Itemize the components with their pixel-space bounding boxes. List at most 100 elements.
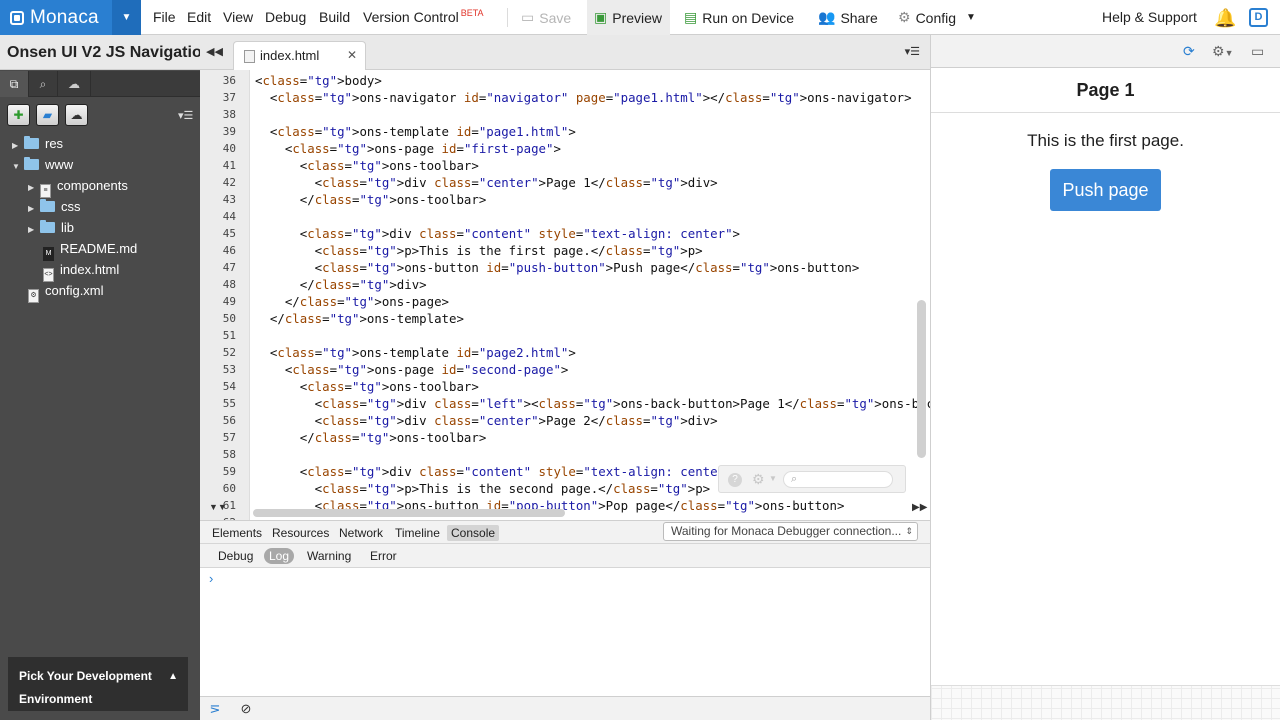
help-support-link[interactable]: Help & Support bbox=[1102, 0, 1197, 35]
tab-index-html[interactable]: index.html ✕ bbox=[233, 41, 366, 71]
line-number: 37 bbox=[222, 91, 236, 104]
notification-bell-icon[interactable]: 🔔 bbox=[1214, 7, 1236, 29]
save-button[interactable]: ▭ Save bbox=[521, 0, 571, 35]
chevron-down-icon[interactable]: ▼ bbox=[769, 474, 777, 483]
code-line[interactable]: <class="tg">ons-template id="page1.html"… bbox=[255, 123, 576, 140]
pick-environment-panel[interactable]: Pick Your Development Environment ▲ bbox=[8, 657, 188, 711]
cloud-tab[interactable]: ☁ bbox=[58, 71, 91, 97]
tree-item-lib[interactable]: ▶ lib bbox=[28, 217, 74, 238]
help-icon[interactable]: ? bbox=[728, 473, 742, 487]
menu-build[interactable]: Build bbox=[319, 0, 350, 35]
find-input[interactable] bbox=[783, 471, 893, 488]
level-warning[interactable]: Warning bbox=[302, 548, 356, 564]
console-output[interactable]: › bbox=[200, 568, 930, 696]
file-menu-icon[interactable]: ▾☰ bbox=[178, 109, 193, 122]
code-line[interactable]: <class="tg">ons-button id="push-button">… bbox=[255, 259, 860, 276]
close-icon[interactable]: ✕ bbox=[347, 41, 357, 69]
users-icon: 👥 bbox=[818, 9, 836, 25]
editor-vertical-scrollbar[interactable] bbox=[917, 300, 926, 458]
config-button[interactable]: ⚙ Config ▼ bbox=[898, 0, 976, 35]
save-label: Save bbox=[539, 9, 572, 26]
tree-item-www[interactable]: ▼ www bbox=[12, 154, 73, 175]
tree-item-readme[interactable]: M README.md bbox=[43, 238, 138, 261]
new-file-button[interactable]: ✚ bbox=[7, 104, 30, 126]
menu-file[interactable]: File bbox=[153, 0, 176, 35]
menu-version-control-label: Version Control bbox=[363, 9, 459, 25]
preview-page-toolbar: Page 1 bbox=[931, 68, 1280, 113]
gear-icon: ⚙ bbox=[898, 9, 911, 25]
code-line[interactable]: <class="tg">ons-toolbar> bbox=[255, 157, 479, 174]
code-line[interactable]: <class="tg">div class="content" style="t… bbox=[255, 225, 740, 242]
tree-item-components[interactable]: ▶ ≡ components bbox=[28, 175, 128, 198]
code-line[interactable]: <class="tg">ons-page id="second-page"> bbox=[255, 361, 569, 378]
tab-elements[interactable]: Elements bbox=[208, 525, 266, 541]
editor-menu-icon[interactable]: ▾☰ bbox=[905, 45, 920, 58]
logo-dropdown-button[interactable]: ▼ bbox=[112, 0, 141, 35]
code-line[interactable]: <class="tg">ons-navigator id="navigator"… bbox=[255, 89, 912, 106]
code-line[interactable]: <class="tg">p>This is the first page.</c… bbox=[255, 242, 703, 259]
code-editor[interactable]: 36 37 38 39 40 41 42 43 44 45 46 47 48 49 50 51 52 53 54 55… bbox=[200, 70, 930, 520]
search-tab[interactable]: ⌕ bbox=[29, 71, 58, 97]
code-line[interactable]: <class="tg">div class="center">Page 2</c… bbox=[255, 412, 718, 429]
tree-item-res[interactable]: ▶ res bbox=[12, 133, 63, 154]
preview-button[interactable]: ▣ Preview bbox=[587, 0, 671, 35]
tab-resources[interactable]: Resources bbox=[268, 525, 333, 541]
menu-view[interactable]: View bbox=[223, 0, 253, 35]
fold-arrow-icon[interactable]: ▼▼ bbox=[209, 502, 227, 512]
tree-item-label: README.md bbox=[60, 241, 138, 256]
menu-version-control[interactable]: Version Control BETA bbox=[363, 0, 484, 35]
level-log[interactable]: Log bbox=[264, 548, 295, 564]
tab-timeline[interactable]: Timeline bbox=[391, 525, 444, 541]
code-line[interactable]: <class="tg">ons-page id="first-page"> bbox=[255, 140, 561, 157]
caret-up-icon: ▲ bbox=[168, 671, 178, 682]
upload-button[interactable]: ☁ bbox=[65, 104, 88, 126]
tree-item-config-xml[interactable]: ⚙ config.xml bbox=[28, 280, 104, 303]
tab-console[interactable]: Console bbox=[447, 525, 500, 541]
share-button[interactable]: 👥 Share bbox=[818, 0, 878, 35]
code-line[interactable]: <class="tg">div class="left"><class="tg"… bbox=[255, 395, 930, 412]
editor-horizontal-scrollbar[interactable] bbox=[253, 509, 565, 517]
code-line[interactable]: <class="tg">ons-template id="page2.html"… bbox=[255, 344, 576, 361]
chevron-right-icon: ▶ bbox=[12, 141, 19, 150]
new-folder-button[interactable]: ▰ bbox=[36, 104, 59, 126]
code-line[interactable]: <class="tg">p>This is the second page.</… bbox=[255, 480, 710, 497]
code-line[interactable]: </class="tg">div> bbox=[255, 276, 427, 293]
level-debug[interactable]: Debug bbox=[213, 548, 258, 564]
line-number: 59 bbox=[222, 465, 236, 478]
tree-item-label: res bbox=[45, 136, 64, 151]
monaca-logo[interactable]: Monaca bbox=[0, 0, 112, 35]
code-line[interactable]: </class="tg">ons-toolbar> bbox=[255, 429, 487, 446]
code-line[interactable]: <class="tg">div class="content" style="t… bbox=[255, 463, 740, 480]
push-page-button[interactable]: Push page bbox=[1050, 169, 1161, 211]
account-icon[interactable]: D bbox=[1249, 8, 1268, 27]
gear-icon[interactable]: ⚙ bbox=[752, 471, 765, 488]
code-line[interactable]: </class="tg">ons-toolbar> bbox=[255, 191, 487, 208]
level-error[interactable]: Error bbox=[365, 548, 402, 564]
pick-env-line1: Pick Your Development bbox=[19, 669, 152, 683]
tab-network[interactable]: Network bbox=[335, 525, 387, 541]
gear-icon[interactable]: ⚙▼ bbox=[1212, 42, 1233, 60]
menu-edit[interactable]: Edit bbox=[187, 0, 211, 35]
window-icon[interactable]: ▭ bbox=[1251, 42, 1264, 60]
code-line[interactable]: </class="tg">ons-template> bbox=[255, 310, 464, 327]
files-tab[interactable]: ⧉ bbox=[0, 71, 29, 97]
line-number: 38 bbox=[222, 108, 236, 121]
console-toggle-icon[interactable]: ⋝ bbox=[205, 700, 225, 718]
code-line[interactable]: </class="tg">ons-page> bbox=[255, 293, 449, 310]
preview-label: Preview bbox=[612, 9, 663, 26]
debugger-connection-select[interactable]: Waiting for Monaca Debugger connection..… bbox=[663, 522, 918, 541]
tree-item-css[interactable]: ▶ css bbox=[28, 196, 81, 217]
menu-debug[interactable]: Debug bbox=[265, 0, 306, 35]
code-line[interactable]: <class="tg">ons-toolbar> bbox=[255, 378, 479, 395]
code-line[interactable]: <class="tg">body> bbox=[255, 72, 382, 89]
refresh-icon[interactable]: ⟳ bbox=[1183, 42, 1195, 60]
code-line[interactable]: <class="tg">div class="center">Page 1</c… bbox=[255, 174, 718, 191]
scroll-right-icon[interactable]: ▶▶ bbox=[912, 502, 927, 513]
select-arrows-icon: ⇕ bbox=[905, 526, 913, 536]
line-number: 58 bbox=[222, 448, 236, 461]
tree-item-index-html[interactable]: <> index.html bbox=[43, 259, 119, 282]
monaca-logo-icon bbox=[10, 10, 24, 25]
run-on-device-button[interactable]: ▤ Run on Device bbox=[684, 0, 794, 35]
clear-console-icon[interactable]: ⊘ bbox=[236, 700, 256, 718]
collapse-sidebar-icon[interactable]: ◀◀ bbox=[206, 45, 223, 58]
